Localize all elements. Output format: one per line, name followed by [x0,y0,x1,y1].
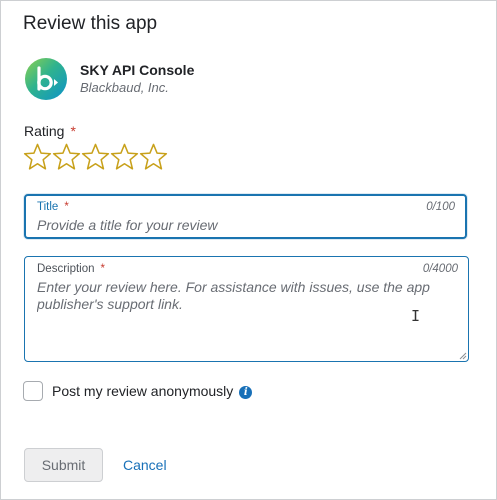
star-rating [23,142,168,172]
text-cursor-icon: I [411,307,421,325]
description-label-text: Description [37,263,95,275]
submit-button[interactable]: Submit [24,448,103,482]
star-2-icon[interactable] [52,142,81,172]
rating-label: Rating * [24,123,76,139]
title-label: Title * [37,201,69,213]
title-label-text: Title [37,201,59,213]
description-required-mark: * [100,263,106,275]
rating-required-mark: * [70,123,76,139]
star-5-icon[interactable] [139,142,168,172]
rating-label-text: Rating [24,123,65,139]
title-required-mark: * [64,201,69,213]
title-field: Title * 0/100 [24,194,467,239]
star-1-icon[interactable] [23,142,52,172]
info-icon[interactable]: i [239,385,253,399]
review-dialog: Review this app SKY API Console Blackbau… [0,0,497,500]
app-summary: SKY API Console Blackbaud, Inc. [25,58,194,100]
star-4-icon[interactable] [110,142,139,172]
description-label: Description * [37,263,105,275]
cancel-link[interactable]: Cancel [123,457,167,473]
star-3-icon[interactable] [81,142,110,172]
title-char-counter: 0/100 [426,201,455,213]
app-name: SKY API Console [80,62,195,78]
resize-handle-icon[interactable] [459,352,467,360]
description-char-counter: 0/4000 [422,263,458,275]
anonymous-checkbox[interactable] [23,381,43,401]
anonymous-label[interactable]: Post my review anonymously [52,383,233,399]
blackbaud-logo-icon [25,58,67,100]
description-textarea[interactable] [37,279,457,353]
description-field: Description * 0/4000 I [24,256,469,362]
title-input[interactable] [37,217,437,233]
app-vendor: Blackbaud, Inc. [80,80,169,95]
anonymous-option: Post my review anonymously i [23,381,253,401]
dialog-heading: Review this app [23,13,158,34]
